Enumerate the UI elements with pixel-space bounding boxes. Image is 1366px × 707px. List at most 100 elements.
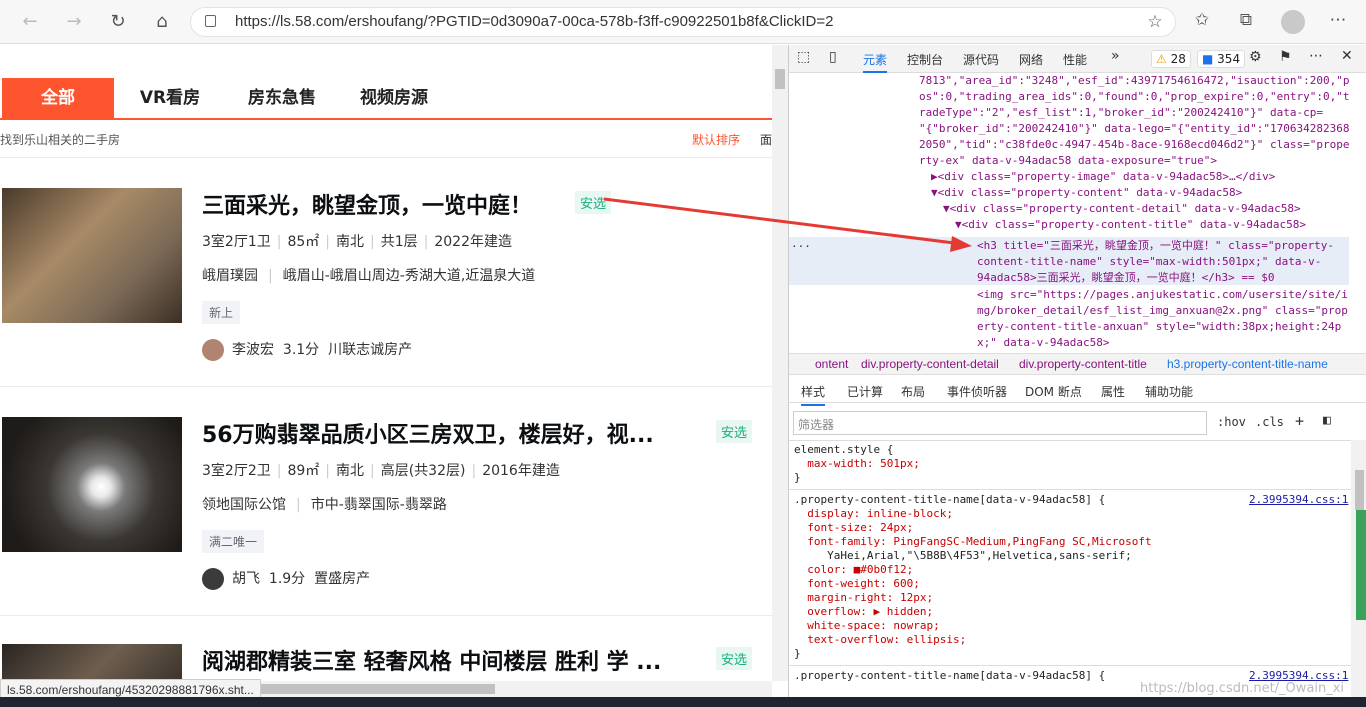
- forward-icon[interactable]: →: [62, 10, 86, 34]
- anxuan-badge: 安选: [716, 647, 753, 670]
- url-text[interactable]: https://ls.58.com/ershoufang/?PGTID=0d30…: [235, 13, 833, 30]
- feedback-icon[interactable]: ⚑: [1279, 49, 1292, 65]
- listing-card[interactable]: 56万购翡翠品质小区三房双卫，楼层好，视... 安选 3室2厅2卫 | 89㎡ | 南北…: [0, 386, 772, 616]
- ellipsis-icon[interactable]: ···: [791, 239, 811, 255]
- address-bar[interactable]: https://ls.58.com/ershoufang/?PGTID=0d30…: [190, 7, 1176, 37]
- sort-default[interactable]: 默认排序: [692, 131, 740, 148]
- dom-line-selected[interactable]: content-title-name" style="max-width:501…: [977, 254, 1321, 270]
- tab-network[interactable]: 网络: [1019, 51, 1043, 68]
- settings-gear-icon[interactable]: ⚙: [1249, 49, 1262, 65]
- dom-line[interactable]: ▼<div class="property-content-detail" da…: [943, 201, 1301, 217]
- device-toggle-icon[interactable]: ▯: [829, 49, 837, 65]
- tab-performance[interactable]: 性能: [1063, 51, 1087, 68]
- more-tabs-icon[interactable]: »: [1111, 48, 1120, 64]
- broker-info[interactable]: 胡飞 1.9分 置盛房产: [202, 568, 370, 590]
- css-line[interactable]: text-overflow: ellipsis;: [794, 633, 966, 647]
- add-favorite-icon[interactable]: ☆: [1143, 12, 1167, 32]
- listing-title[interactable]: 三面采光，眺望金顶，一览中庭！: [202, 188, 532, 220]
- dom-line[interactable]: 2050","tid":"c38fde0c-4947-454b-8ace-916…: [919, 137, 1349, 153]
- close-devtools-icon[interactable]: ✕: [1341, 48, 1353, 64]
- favorites-icon[interactable]: ✩: [1190, 10, 1214, 30]
- tab-vr[interactable]: VR看房: [120, 78, 220, 118]
- home-icon[interactable]: ⌂: [150, 10, 174, 34]
- css-line[interactable]: margin-right: 12px;: [794, 591, 933, 605]
- css-line[interactable]: YaHei,Arial,"\5B8B\4F53",Helvetica,sans-…: [794, 549, 1132, 563]
- dom-line[interactable]: ▼<div class="property-content-title" dat…: [955, 217, 1306, 233]
- listing-title[interactable]: 阅湖郡精装三室 轻奢风格 中间楼层 胜利 学 ...: [202, 644, 661, 676]
- breadcrumb-item[interactable]: div.property-content-title: [1019, 357, 1147, 371]
- listing-photo[interactable]: [2, 644, 182, 681]
- broker-info[interactable]: 李波宏 3.1分 川联志诚房产: [202, 339, 412, 361]
- page-scrollbar[interactable]: [772, 45, 788, 681]
- dom-line[interactable]: mg/broker_detail/esf_list_img_anxuan@2x.…: [977, 303, 1348, 319]
- dom-line-selected[interactable]: 94adac58>三面采光，眺望金顶，一览中庭！</h3> == $0: [977, 270, 1274, 286]
- listing-photo[interactable]: [2, 188, 182, 323]
- breadcrumb-item[interactable]: ontent: [815, 357, 848, 371]
- css-source-link[interactable]: 2.3995394.css:1: [1249, 493, 1348, 507]
- reload-icon[interactable]: ↻: [106, 10, 130, 34]
- css-line[interactable]: white-space: nowrap;: [794, 619, 939, 633]
- inspect-icon[interactable]: ⬚: [797, 49, 810, 65]
- css-line[interactable]: font-family: PingFangSC-Medium,PingFang …: [794, 535, 1151, 549]
- dom-line[interactable]: <img src="https://pages.anjukestatic.com…: [977, 287, 1348, 303]
- css-line[interactable]: display: inline-block;: [794, 507, 953, 521]
- collections-icon[interactable]: ⧉: [1234, 10, 1258, 30]
- tab-all[interactable]: 全部: [2, 78, 114, 118]
- css-line[interactable]: }: [794, 471, 801, 485]
- profile-avatar[interactable]: [1281, 10, 1305, 34]
- warnings-badge[interactable]: ⚠ 28: [1151, 50, 1191, 68]
- listing-card[interactable]: 三面采光，眺望金顶，一览中庭！ 安选 3室2厅1卫 | 85㎡ | 南北 | 共1层 | 202…: [0, 157, 772, 387]
- dom-line[interactable]: radeType":"2","esf_list":1,"broker_id":"…: [919, 105, 1323, 121]
- back-icon[interactable]: ←: [18, 10, 42, 34]
- hov-toggle[interactable]: :hov: [1217, 415, 1246, 429]
- dom-line[interactable]: ▼<div class="property-content" data-v-94…: [931, 185, 1242, 201]
- css-line[interactable]: .property-content-title-name[data-v-94ad…: [794, 669, 1105, 683]
- css-line[interactable]: }: [794, 647, 801, 661]
- sort-area[interactable]: 面: [760, 131, 772, 148]
- tab-event-listeners[interactable]: 事件侦听器: [947, 383, 1007, 400]
- tab-styles[interactable]: 样式: [801, 383, 826, 406]
- dom-line[interactable]: 7813","area_id":"3248","esf_id":43971754…: [919, 73, 1349, 89]
- css-line[interactable]: max-width: 501px;: [794, 457, 920, 471]
- new-rule-icon[interactable]: +: [1295, 412, 1304, 430]
- css-line[interactable]: element.style {: [794, 443, 893, 457]
- css-line[interactable]: .property-content-title-name[data-v-94ad…: [794, 493, 1105, 507]
- tab-video[interactable]: 视频房源: [344, 78, 444, 118]
- tab-console[interactable]: 控制台: [907, 51, 943, 68]
- listing-tag: 满二唯一: [202, 530, 265, 553]
- listing-card[interactable]: 阅湖郡精装三室 轻奢风格 中间楼层 胜利 学 ... 安选: [0, 615, 772, 681]
- more-menu-icon[interactable]: ⋯: [1326, 10, 1350, 30]
- breadcrumb-item-active[interactable]: h3.property-content-title-name: [1167, 357, 1328, 371]
- side-widget[interactable]: [1356, 510, 1366, 620]
- devtools-menu-icon[interactable]: ⋯: [1309, 48, 1323, 64]
- breadcrumb-item[interactable]: div.property-content-detail: [861, 357, 999, 371]
- dom-line[interactable]: ▶<div class="property-image" data-v-94ad…: [931, 169, 1275, 185]
- css-line[interactable]: color: ■#0b0f12;: [794, 563, 913, 577]
- tab-elements[interactable]: 元素: [863, 51, 888, 73]
- tab-accessibility[interactable]: 辅助功能: [1145, 383, 1193, 400]
- cls-toggle[interactable]: .cls: [1255, 415, 1284, 429]
- tab-computed[interactable]: 已计算: [847, 383, 883, 400]
- listing-title[interactable]: 56万购翡翠品质小区三房双卫，楼层好，视...: [202, 417, 654, 449]
- dom-line[interactable]: x;" data-v-94adac58>: [977, 335, 1109, 351]
- lock-icon: [205, 15, 216, 27]
- dom-line[interactable]: "{"broker_id":"200242410"}" data-lego="{…: [919, 121, 1349, 137]
- dom-line[interactable]: rty-ex" data-v-94adac58 data-exposure="t…: [919, 153, 1217, 169]
- messages-badge[interactable]: ■ 354: [1197, 50, 1246, 68]
- dom-line[interactable]: erty-content-title-anxuan" style="width:…: [977, 319, 1341, 335]
- tab-dom-breakpoints[interactable]: DOM 断点: [1025, 383, 1082, 400]
- sidebar-toggle-icon[interactable]: ◧: [1323, 413, 1331, 428]
- tab-properties[interactable]: 属性: [1101, 383, 1125, 400]
- css-line[interactable]: font-weight: 600;: [794, 577, 920, 591]
- listing-photo[interactable]: [2, 417, 182, 552]
- dom-line[interactable]: os":0,"trading_area_ids":0,"found":0,"pr…: [919, 89, 1349, 105]
- styles-tabs: 样式 已计算 布局 事件侦听器 DOM 断点 属性 辅助功能: [789, 377, 1366, 406]
- css-line[interactable]: overflow: ▶ hidden;: [794, 605, 933, 619]
- styles-filter-input[interactable]: 筛选器: [793, 411, 1207, 435]
- tab-sources[interactable]: 源代码: [963, 51, 999, 68]
- tab-urgent[interactable]: 房东急售: [232, 78, 332, 118]
- css-line[interactable]: font-size: 24px;: [794, 521, 913, 535]
- tab-layout[interactable]: 布局: [901, 383, 925, 400]
- dom-line-selected[interactable]: <h3 title="三面采光，眺望金顶，一览中庭！" class="prope…: [977, 238, 1334, 254]
- rule-divider: [789, 489, 1354, 490]
